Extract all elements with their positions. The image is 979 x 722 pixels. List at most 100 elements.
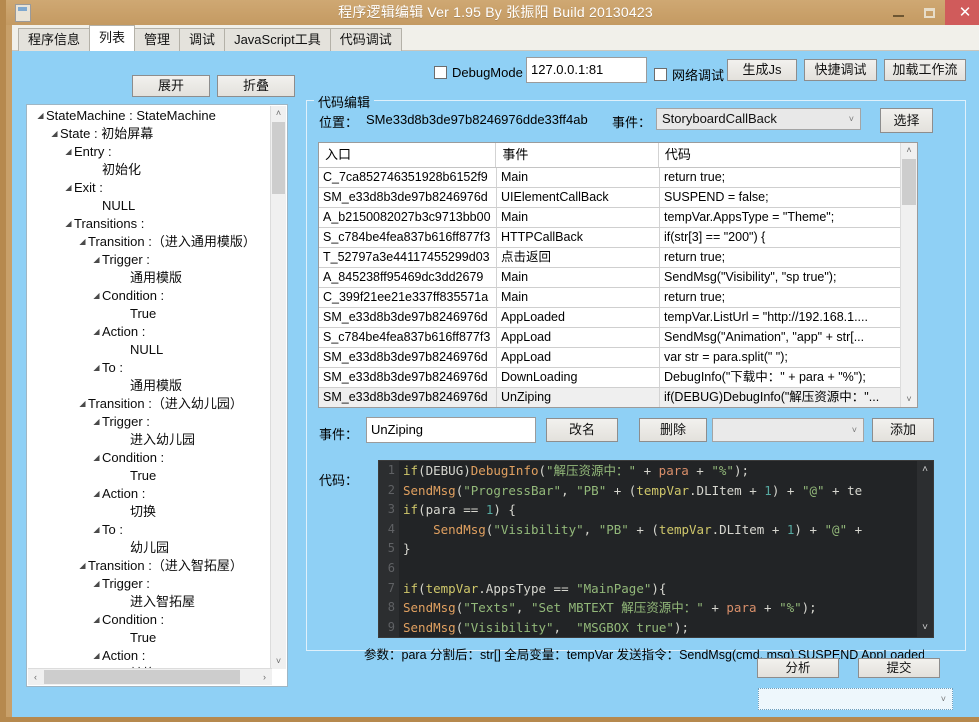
arrow-expanded-icon[interactable]: ◢	[91, 287, 102, 305]
tree-hscroll-thumb[interactable]	[44, 670, 240, 684]
arrow-expanded-icon[interactable]: ◢	[77, 557, 88, 575]
tree-node[interactable]: ◢通用模版	[27, 269, 271, 287]
table-row[interactable]: C_399f21ee21e337ff835571a Main return true…	[319, 288, 917, 308]
grid-vertical-scrollbar[interactable]: ˄ ˅	[900, 143, 917, 407]
analyze-button[interactable]: 分析	[757, 658, 839, 678]
scroll-left-icon[interactable]: ‹	[28, 669, 43, 685]
table-row[interactable]: T_52797a3e44117455299d03 点击返回 return true;	[319, 248, 917, 268]
select-button[interactable]: 选择	[880, 108, 933, 133]
tree-node[interactable]: ◢ Action :	[27, 485, 271, 503]
tree-node[interactable]: ◢ StateMachine : StateMachine	[27, 107, 271, 125]
tab-3[interactable]: 调试	[179, 28, 226, 51]
table-row[interactable]: SM_e33d8b3de97b8246976d AppLoaded tempVar.…	[319, 308, 917, 328]
tab-2[interactable]: 管理	[134, 28, 181, 51]
add-button[interactable]: 添加	[872, 418, 934, 442]
tree-node[interactable]: ◢ Condition :	[27, 449, 271, 467]
delete-button[interactable]: 删除	[639, 418, 707, 442]
arrow-expanded-icon[interactable]: ◢	[49, 125, 60, 143]
tree-node[interactable]: ◢ To :	[27, 359, 271, 377]
state-machine-tree[interactable]: ◢ StateMachine : StateMachine ◢ State : 初始屏…	[27, 107, 271, 670]
event-name-input[interactable]: UnZiping	[366, 417, 536, 443]
code-editor[interactable]: 123456789 if(DEBUG)DebugInfo("解压资源中：" + …	[378, 460, 934, 638]
arrow-expanded-icon[interactable]: ◢	[91, 521, 102, 539]
tab-4[interactable]: JavaScript工具	[224, 28, 331, 51]
grid-body[interactable]: C_7ca852746351928b6152f9 Main return true;…	[319, 168, 917, 407]
tree-node[interactable]: ◢初始化	[27, 161, 271, 179]
event-select-dropdown[interactable]: StoryboardCallBack ˅	[656, 108, 861, 130]
tree-node[interactable]: ◢切换	[27, 503, 271, 521]
tree-node[interactable]: ◢ State : 初始屏幕	[27, 125, 271, 143]
tree-node[interactable]: ◢ Action :	[27, 323, 271, 341]
arrow-expanded-icon[interactable]: ◢	[91, 449, 102, 467]
arrow-expanded-icon[interactable]: ◢	[63, 143, 74, 161]
scroll-up-icon[interactable]: ˄	[917, 461, 933, 479]
quick-debug-button[interactable]: 快捷调试	[804, 59, 877, 81]
load-workflow-button[interactable]: 加载工作流	[884, 59, 966, 81]
generate-js-button[interactable]: 生成Js	[727, 59, 797, 81]
scroll-down-icon[interactable]: ˅	[271, 654, 286, 669]
grid-column-header[interactable]: 事件	[496, 143, 659, 167]
tree-node[interactable]: ◢True	[27, 629, 271, 647]
tree-node[interactable]: ◢ Trigger :	[27, 413, 271, 431]
table-row[interactable]: SM_e33d8b3de97b8246976d UnZiping if(DEBUG)…	[319, 388, 917, 407]
tree-node[interactable]: ◢幼儿园	[27, 539, 271, 557]
maximize-button[interactable]	[914, 0, 945, 25]
rename-button[interactable]: 改名	[546, 418, 618, 442]
tab-5[interactable]: 代码调试	[329, 28, 402, 51]
tree-node[interactable]: ◢ Condition :	[27, 611, 271, 629]
tab-1[interactable]: 列表	[89, 25, 136, 51]
ip-address-input[interactable]: 127.0.0.1:81	[526, 57, 647, 83]
collapse-button[interactable]: 折叠	[217, 75, 295, 97]
tree-node[interactable]: ◢ Transition :（进入幼儿园）	[27, 395, 271, 413]
grid-column-header[interactable]: 代码	[659, 143, 910, 167]
tree-node[interactable]: ◢ Exit :	[27, 179, 271, 197]
debug-mode-checkbox[interactable]	[434, 66, 447, 79]
submit-button[interactable]: 提交	[858, 658, 940, 678]
tree-node[interactable]: ◢ To :	[27, 521, 271, 539]
grid-scroll-thumb[interactable]	[902, 159, 916, 205]
table-row[interactable]: S_c784be4fea837b616ff877f3 HTTPCallBack if…	[319, 228, 917, 248]
tree-scroll-thumb[interactable]	[272, 122, 285, 194]
editor-vertical-scrollbar[interactable]: ˄ ˅	[917, 461, 933, 637]
arrow-expanded-icon[interactable]: ◢	[77, 395, 88, 413]
close-button[interactable]: ✕	[945, 0, 979, 25]
arrow-expanded-icon[interactable]: ◢	[77, 233, 88, 251]
arrow-expanded-icon[interactable]: ◢	[91, 647, 102, 665]
arrow-expanded-icon[interactable]: ◢	[91, 413, 102, 431]
table-row[interactable]: A_845238ff95469dc3dd2679 Main SendMsg("Vis…	[319, 268, 917, 288]
tree-node[interactable]: ◢ Transition :（进入通用模版）	[27, 233, 271, 251]
tree-node[interactable]: ◢ Trigger :	[27, 251, 271, 269]
arrow-expanded-icon[interactable]: ◢	[91, 575, 102, 593]
scroll-up-icon[interactable]: ˄	[901, 143, 917, 158]
tree-node[interactable]: ◢NULL	[27, 197, 271, 215]
tree-node[interactable]: ◢ Transitions :	[27, 215, 271, 233]
expand-button[interactable]: 展开	[132, 75, 210, 97]
code-text-area[interactable]: if(DEBUG)DebugInfo("解压资源中：" + para + "%"…	[399, 461, 916, 637]
tab-0[interactable]: 程序信息	[18, 28, 91, 51]
tree-node[interactable]: ◢通用模版	[27, 377, 271, 395]
grid-column-header[interactable]: 入口	[319, 143, 497, 167]
table-row[interactable]: A_b2150082027b3c9713bb00 Main tempVar.Apps…	[319, 208, 917, 228]
scroll-right-icon[interactable]: ›	[257, 669, 272, 685]
tree-vertical-scrollbar[interactable]: ˄ ˅	[270, 106, 286, 669]
tree-node[interactable]: ◢ Trigger :	[27, 575, 271, 593]
tree-node[interactable]: ◢ Transition :（进入智拓屋）	[27, 557, 271, 575]
tree-horizontal-scrollbar[interactable]: ‹ ›	[28, 668, 272, 685]
scroll-down-icon[interactable]: ˅	[901, 392, 917, 407]
arrow-expanded-icon[interactable]: ◢	[63, 179, 74, 197]
minimize-button[interactable]	[883, 0, 914, 25]
table-row[interactable]: S_c784be4fea837b616ff877f3 AppLoad SendMsg…	[319, 328, 917, 348]
network-debug-checkbox[interactable]	[654, 68, 667, 81]
tree-node[interactable]: ◢ Condition :	[27, 287, 271, 305]
arrow-expanded-icon[interactable]: ◢	[91, 611, 102, 629]
arrow-expanded-icon[interactable]: ◢	[91, 359, 102, 377]
table-row[interactable]: SM_e33d8b3de97b8246976d DownLoading DebugI…	[319, 368, 917, 388]
scroll-down-icon[interactable]: ˅	[917, 619, 933, 637]
table-row[interactable]: SM_e33d8b3de97b8246976d UIElementCallBack…	[319, 188, 917, 208]
arrow-expanded-icon[interactable]: ◢	[91, 485, 102, 503]
tree-node[interactable]: ◢ Entry :	[27, 143, 271, 161]
tree-node[interactable]: ◢True	[27, 305, 271, 323]
tree-node[interactable]: ◢进入智拓屋	[27, 593, 271, 611]
arrow-expanded-icon[interactable]: ◢	[91, 323, 102, 341]
bottom-combo-box[interactable]: ˅	[758, 688, 953, 710]
